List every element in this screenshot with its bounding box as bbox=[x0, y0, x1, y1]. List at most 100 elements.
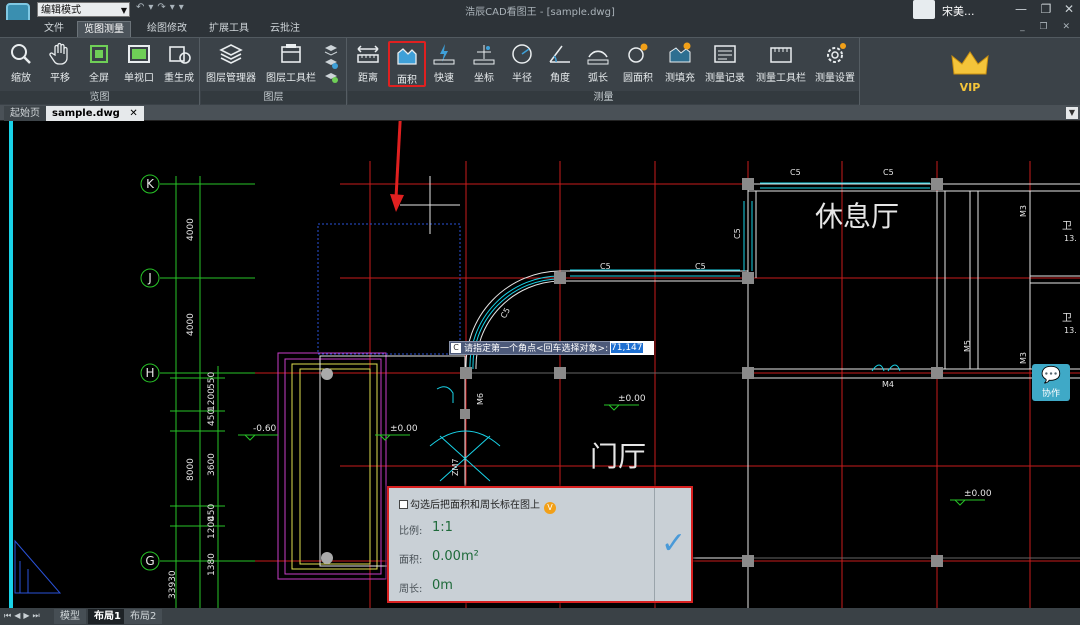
single-viewport-button[interactable]: 单视口 bbox=[120, 41, 158, 87]
level-text: ±0.00 bbox=[964, 489, 992, 499]
tab-nav-buttons[interactable]: ⏮◀▶⏭ bbox=[4, 611, 43, 621]
measure-settings-button[interactable]: 测量设置 bbox=[812, 41, 858, 87]
menu-tab-file[interactable]: 文件 bbox=[38, 21, 70, 37]
single-viewport-label: 单视口 bbox=[124, 73, 154, 84]
angle-button[interactable]: 角度 bbox=[544, 41, 576, 87]
zoom-icon bbox=[11, 44, 31, 64]
pan-hand-icon bbox=[49, 42, 68, 65]
user-avatar[interactable] bbox=[913, 0, 935, 19]
measure-toolbar-icon bbox=[770, 47, 792, 63]
checkbox-box[interactable] bbox=[399, 500, 408, 509]
tab-layout2[interactable]: 布局2 bbox=[124, 609, 163, 624]
distance-button[interactable]: 距离 bbox=[352, 41, 384, 87]
coordinate-button[interactable]: 坐标 bbox=[468, 41, 500, 87]
tab-model[interactable]: 模型 bbox=[54, 609, 86, 624]
regenerate-icon bbox=[169, 46, 191, 64]
regenerate-button[interactable]: 重生成 bbox=[160, 41, 198, 87]
layer-toolbar-icon bbox=[281, 44, 301, 63]
command-prompt-text: 请指定第一个角点<回车选择对象>: bbox=[464, 344, 609, 354]
layer-manager-icon bbox=[219, 44, 243, 64]
quick-measure-button[interactable]: 快速 bbox=[430, 41, 458, 87]
area-value: 0.00m² bbox=[432, 549, 479, 564]
area-label: 面积: bbox=[399, 555, 423, 566]
tag: M6 bbox=[476, 393, 485, 405]
menu-tab-extend-tools[interactable]: 扩展工具 bbox=[203, 21, 255, 37]
menu-tab-draw-modify[interactable]: 绘图修改 bbox=[141, 21, 193, 37]
dim-text: 450 bbox=[207, 504, 217, 521]
column-marker bbox=[321, 368, 333, 380]
menu-tab-cloud-annotate[interactable]: 云批注 bbox=[264, 21, 306, 37]
tab-sample-dwg[interactable]: sample.dwg ✕ bbox=[46, 106, 144, 121]
dim-text: 8000 bbox=[186, 458, 196, 481]
area-label: 面积 bbox=[397, 75, 417, 86]
arc-length-button[interactable]: 弧长 bbox=[582, 41, 614, 87]
measure-toolbar-button[interactable]: 测量工具栏 bbox=[752, 41, 810, 87]
layer-extra-icons[interactable] bbox=[323, 42, 339, 86]
vip-badge[interactable]: VIP bbox=[940, 50, 1000, 94]
level-text: -0.60 bbox=[253, 424, 277, 434]
app-window: 编辑模式 ▼ ↶▾↷▾▾ 浩辰CAD看图王 - [sample.dwg] 宋美.… bbox=[0, 0, 1080, 625]
tag: M3 bbox=[1019, 205, 1028, 217]
perimeter-value: 0m bbox=[432, 578, 453, 593]
tab-layout1[interactable]: 布局1 bbox=[88, 609, 127, 624]
angle-label: 角度 bbox=[550, 73, 570, 84]
confirm-check-icon[interactable]: ✓ bbox=[661, 526, 686, 561]
axis-label-k: K bbox=[146, 177, 155, 191]
circle-area-button[interactable]: 圆面积 bbox=[620, 41, 656, 87]
coordinate-input-value: 71,147 bbox=[611, 343, 643, 353]
mark-on-drawing-checkbox[interactable]: 勾选后把面积和周长标在图上 V bbox=[399, 496, 556, 514]
menu-tab-view-measure[interactable]: 览图测量 bbox=[77, 21, 131, 37]
pan-button[interactable]: 平移 bbox=[43, 41, 77, 87]
fullscreen-label: 全屏 bbox=[89, 73, 109, 84]
quick-measure-icon bbox=[433, 44, 455, 65]
quick-measure-label: 快速 bbox=[434, 73, 454, 84]
measure-hatch-icon bbox=[669, 42, 691, 63]
tag: C5 bbox=[883, 168, 894, 177]
zoom-label: 缩放 bbox=[11, 73, 31, 84]
tag: 13. bbox=[1064, 234, 1077, 243]
command-prompt: C 请指定第一个角点<回车选择对象>: bbox=[449, 341, 614, 355]
close-icon[interactable]: ✕ bbox=[129, 108, 137, 119]
measure-toolbar-label: 测量工具栏 bbox=[756, 73, 806, 84]
selection-box bbox=[317, 223, 461, 355]
minimize-button[interactable]: — bbox=[1010, 1, 1032, 18]
zoom-button[interactable]: 缩放 bbox=[4, 41, 38, 87]
tag: C5 bbox=[790, 168, 801, 177]
tag: C5 bbox=[499, 306, 512, 320]
coordinate-input[interactable]: 71,147 bbox=[610, 341, 654, 355]
ribbon-group-measure: 距离 面积 快速 坐标 半径 角度 弧长 圆面积 测填充 测量记录 测量工具栏 … bbox=[348, 38, 860, 106]
checkbox-label: 勾选后把面积和周长标在图上 bbox=[410, 500, 540, 511]
area-button[interactable]: 面积 bbox=[388, 41, 426, 87]
layer-toolbar-button[interactable]: 图层工具栏 bbox=[263, 41, 319, 87]
tag: C5 bbox=[733, 228, 742, 239]
fullscreen-button[interactable]: 全屏 bbox=[82, 41, 116, 87]
doc-window-controls[interactable]: _ ❐ ✕ bbox=[1020, 22, 1076, 32]
distance-label: 距离 bbox=[358, 73, 378, 84]
layer-manager-button[interactable]: 图层管理器 bbox=[203, 41, 259, 87]
tag: ZM7 bbox=[451, 459, 460, 476]
user-name[interactable]: 宋美... bbox=[942, 3, 975, 19]
tag: C5 bbox=[600, 262, 611, 271]
scale-value: 1:1 bbox=[432, 520, 453, 535]
close-button[interactable]: ✕ bbox=[1058, 1, 1080, 18]
restore-button[interactable]: ❐ bbox=[1035, 1, 1057, 18]
radius-button[interactable]: 半径 bbox=[506, 41, 538, 87]
regenerate-label: 重生成 bbox=[164, 73, 194, 84]
measure-record-button[interactable]: 测量记录 bbox=[702, 41, 748, 87]
dim-text: 1200 bbox=[207, 388, 217, 411]
ribbon-group-view-label: 览图 bbox=[0, 91, 199, 104]
tab-list-dropdown[interactable]: ▼ bbox=[1066, 107, 1078, 119]
column-marker bbox=[321, 552, 333, 564]
measure-settings-label: 测量设置 bbox=[815, 73, 855, 84]
ribbon: 缩放 平移 全屏 单视口 重生成 览图 图层管理器 图层工具栏 图层 距离 面积… bbox=[0, 37, 1080, 106]
panel-divider bbox=[654, 488, 655, 601]
tag: M4 bbox=[882, 380, 894, 389]
tab-start-page[interactable]: 起始页 bbox=[4, 106, 46, 121]
ribbon-group-layer-label: 图层 bbox=[201, 91, 346, 104]
measure-hatch-button[interactable]: 测填充 bbox=[662, 41, 698, 87]
layer-toolbar-label: 图层工具栏 bbox=[266, 73, 316, 84]
measure-settings-icon bbox=[827, 43, 846, 63]
collaborate-button[interactable]: 💬 协作 bbox=[1032, 364, 1070, 401]
tab-sample-dwg-label: sample.dwg bbox=[52, 108, 120, 119]
level-text: ±0.00 bbox=[618, 394, 646, 404]
